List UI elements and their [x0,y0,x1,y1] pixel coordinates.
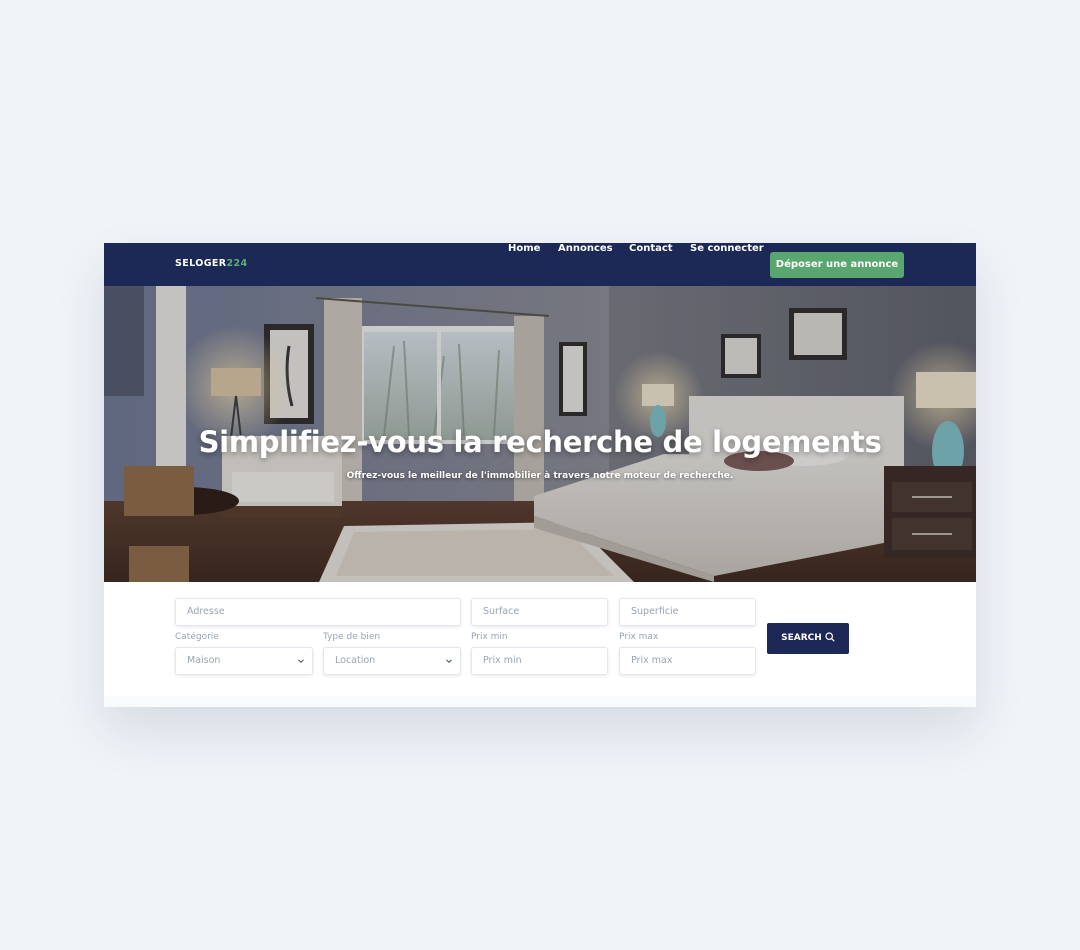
address-input[interactable] [187,606,460,617]
search-icon [825,631,835,642]
footer-strip [104,696,976,707]
type-select-value: Location [335,655,376,666]
type-select[interactable]: Location [323,647,461,675]
nav-link-se-connecter[interactable]: Se connecter [690,243,764,254]
logo-accent: 224 [226,258,248,269]
prix-min-label: Prix min [471,632,508,642]
type-label: Type de bien [323,632,381,642]
prix-max-field[interactable] [619,647,756,675]
hero-subtitle: Offrez-vous le meilleur de l'immobilier … [346,471,734,481]
chevron-down-icon [446,659,452,664]
nav-link-contact[interactable]: Contact [629,243,673,254]
browser-frame: SELOGER224 Home Annonces Contact Se conn… [104,243,976,707]
nav-link-annonces[interactable]: Annonces [558,243,613,254]
prix-min-field[interactable] [471,647,608,675]
category-select-value: Maison [187,655,221,666]
superficie-input[interactable] [631,606,755,617]
category-select[interactable]: Maison [175,647,313,675]
nav-link-home[interactable]: Home [508,243,540,254]
navbar: SELOGER224 Home Annonces Contact Se conn… [104,243,976,286]
hero-banner: Simplifiez-vous la recherche de logement… [104,286,976,582]
search-button-label: SEARCH [781,633,822,643]
category-label: Catégorie [175,632,219,642]
logo-main: SELOGER [175,258,227,269]
prix-min-input[interactable] [483,655,607,666]
address-field[interactable] [175,598,461,626]
superficie-field[interactable] [619,598,756,626]
surface-field[interactable] [471,598,608,626]
search-button[interactable]: SEARCH [767,623,849,654]
prix-max-input[interactable] [631,655,755,666]
search-form: Catégorie Type de bien Prix min Prix max… [104,582,976,696]
hero-title: Simplifiez-vous la recherche de logement… [198,425,882,459]
deposer-annonce-button[interactable]: Déposer une annonce [770,252,904,278]
chevron-down-icon [298,659,304,664]
site-logo[interactable]: SELOGER224 [175,258,248,269]
surface-input[interactable] [483,606,607,617]
prix-max-label: Prix max [619,632,659,642]
